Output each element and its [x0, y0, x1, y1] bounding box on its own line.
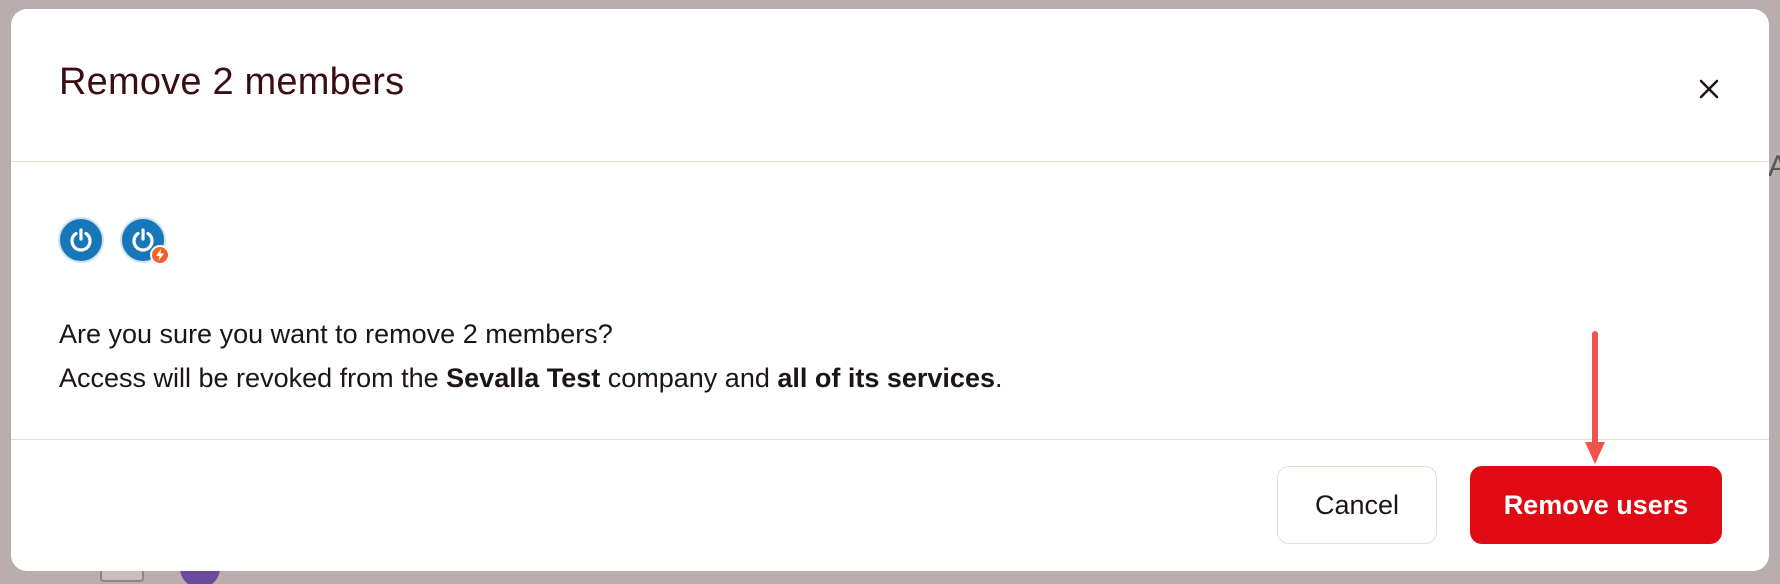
dialog-body: Are you sure you want to remove 2 member… — [11, 162, 1769, 440]
message-suffix: . — [994, 363, 1003, 393]
company-name: Sevalla Test — [446, 363, 601, 393]
message-middle: company and — [600, 363, 778, 393]
close-icon — [1699, 79, 1719, 99]
dialog-title: Remove 2 members — [59, 61, 405, 103]
lightning-icon — [156, 249, 164, 261]
remove-users-button[interactable]: Remove users — [1470, 466, 1722, 544]
message-line-1: Are you sure you want to remove 2 member… — [59, 319, 613, 349]
power-icon — [70, 228, 92, 252]
background-text: A — [1768, 150, 1780, 183]
owner-badge — [150, 245, 170, 265]
cancel-button[interactable]: Cancel — [1277, 466, 1437, 544]
avatar — [120, 217, 170, 265]
dialog-footer: Cancel Remove users — [11, 440, 1769, 571]
message-line-2: Access will be revoked from the Sevalla … — [59, 356, 1003, 400]
member-avatars — [58, 217, 170, 265]
close-button[interactable] — [1689, 69, 1729, 109]
services-scope: all of its services — [777, 363, 995, 393]
confirmation-message: Are you sure you want to remove 2 member… — [59, 312, 1003, 400]
message-prefix: Access will be revoked from the — [59, 363, 447, 393]
avatar — [58, 217, 104, 263]
dialog-header: Remove 2 members — [11, 9, 1769, 162]
remove-members-dialog: Remove 2 members Are you sure you want t… — [11, 9, 1769, 571]
